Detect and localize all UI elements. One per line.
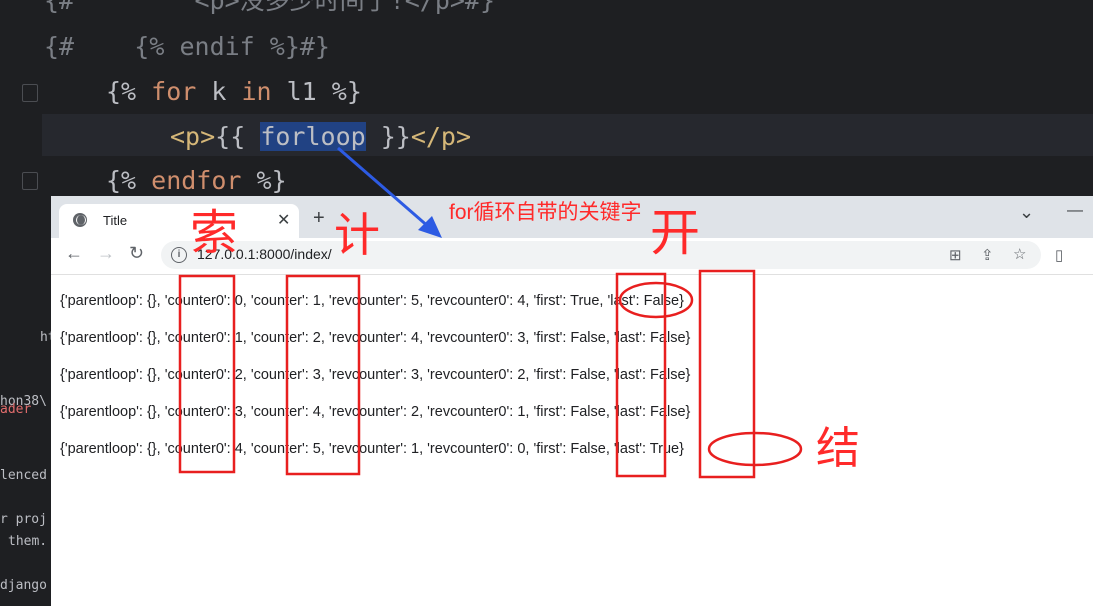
ide-side-panel: ht hon38\ ader lenced r proj them. djang… (0, 322, 56, 606)
side-fragment: ader (0, 402, 32, 417)
code-line-comment-1[interactable]: {# <p>没多少时间了!</p>#} (44, 0, 495, 16)
side-fragment: r proj (0, 512, 47, 527)
site-info-icon[interactable]: i (171, 247, 187, 263)
annotation-caption: for循环自带的关键字 (449, 201, 642, 224)
bookmark-star-icon[interactable]: ☆ (1013, 245, 1026, 263)
side-fragment: django (0, 578, 47, 593)
code-line-comment-2[interactable]: {# {% endif %}#} (44, 32, 330, 62)
forward-icon[interactable]: → (97, 243, 115, 264)
code-line-for[interactable]: {% for k in l1 %} (106, 77, 362, 107)
handwritten-index-label: 索 (190, 207, 239, 260)
fold-marker-for[interactable] (22, 84, 38, 102)
tab-title-page[interactable]: Title ✕ (59, 204, 299, 238)
translate-icon[interactable]: ⊞ (949, 246, 962, 264)
side-fragment: lenced (0, 468, 47, 483)
selected-text-forloop: forloop (260, 122, 366, 151)
close-tab-icon[interactable]: ✕ (277, 210, 290, 230)
handwritten-start-label: 开 (650, 205, 700, 261)
tab-search-dropdown-icon[interactable]: ⌄ (1019, 202, 1034, 223)
new-tab-button[interactable]: + (313, 208, 325, 228)
code-line-endfor[interactable]: {% endfor %} (106, 166, 287, 196)
forloop-output-row: {'parentloop': {}, 'counter0': 0, 'count… (60, 293, 684, 309)
fold-marker-endfor[interactable] (22, 172, 38, 190)
page-content: {'parentloop': {}, 'counter0': 0, 'count… (51, 275, 1093, 605)
forloop-output-row: {'parentloop': {}, 'counter0': 4, 'count… (60, 441, 684, 457)
globe-icon (73, 213, 87, 227)
tab-label: Title (103, 213, 128, 228)
minimize-button[interactable]: — (1067, 202, 1083, 220)
handwritten-end-label: 结 (816, 424, 860, 473)
address-bar[interactable]: i 127.0.0.1:8000/index/ ⊞ ⇪ ☆ (161, 241, 1041, 269)
side-fragment: them. (8, 534, 48, 549)
share-icon[interactable]: ⇪ (981, 246, 994, 264)
forloop-output-row: {'parentloop': {}, 'counter0': 2, 'count… (60, 367, 691, 383)
back-icon[interactable]: ← (65, 243, 83, 264)
reload-icon[interactable]: ↻ (129, 243, 144, 264)
side-panel-icon[interactable]: ▯ (1055, 246, 1063, 264)
code-line-forloop[interactable]: <p>{{ forloop }}</p> (170, 122, 471, 152)
forloop-output-row: {'parentloop': {}, 'counter0': 1, 'count… (60, 330, 691, 346)
handwritten-count-label: 计 (334, 209, 380, 261)
forloop-output-row: {'parentloop': {}, 'counter0': 3, 'count… (60, 404, 691, 420)
